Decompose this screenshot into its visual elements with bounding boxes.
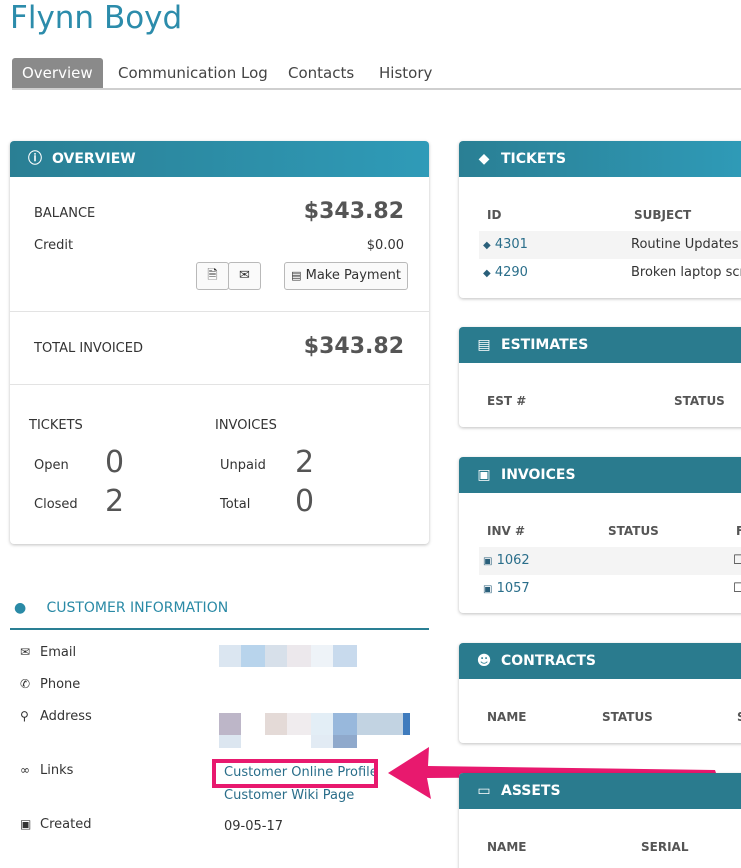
map-pin-icon: ⚲ <box>20 709 29 723</box>
ticket-id-link[interactable]: ◆ 4290 <box>483 265 528 280</box>
user-icon: ● <box>14 600 27 616</box>
tab-overview[interactable]: Overview <box>12 58 103 88</box>
contracts-header: ☻ CONTRACTS <box>459 643 741 679</box>
estimates-panel: ▤ ESTIMATES EST # STATUS <box>459 327 741 427</box>
customer-wiki-page-link[interactable]: Customer Wiki Page <box>224 788 354 803</box>
estimates-header: ▤ ESTIMATES <box>459 327 741 363</box>
divider <box>10 384 429 385</box>
created-row: ▣ Created <box>20 817 92 832</box>
assets-col-serial: SERIAL <box>641 840 689 854</box>
document-icon: ▤ <box>477 337 491 353</box>
phone-row: ✆ Phone <box>20 677 81 692</box>
ticket-col-id: ID <box>487 208 502 222</box>
unpaid-value: 2 <box>295 445 315 480</box>
cart-icon: ▣ <box>477 467 491 483</box>
monitor-icon: ▭ <box>477 783 491 799</box>
envelope-icon: ✉ <box>20 645 31 659</box>
handshake-icon: ☻ <box>476 653 492 669</box>
open-value: 0 <box>105 445 125 480</box>
calendar-icon: ▣ <box>20 817 32 831</box>
created-value: 09-05-17 <box>224 819 284 834</box>
overview-header: ⓘ OVERVIEW <box>10 141 429 177</box>
ticket-subject: Broken laptop scre <box>631 265 741 280</box>
assets-panel: ▭ ASSETS NAME SERIAL <box>459 773 741 868</box>
credit-value: $0.00 <box>366 238 404 253</box>
email-row: ✉ Email <box>20 645 77 660</box>
ticket-id-link[interactable]: ◆ 4301 <box>483 237 528 252</box>
balance-value: $343.82 <box>303 199 404 224</box>
contracts-col-status: STATUS <box>602 710 653 724</box>
invoices-panel: ▣ INVOICES INV # STATUS F ▣ 1062 ☐ ▣ 1057… <box>459 457 741 613</box>
invoices-col-inv: INV # <box>487 524 526 538</box>
address-line2-redacted <box>219 735 357 748</box>
tickets-panel: ◆ TICKETS ID SUBJECT ◆ 4301 Routine Updat… <box>459 141 741 298</box>
total-value: 0 <box>295 484 315 519</box>
tab-history[interactable]: History <box>379 58 432 88</box>
invoice-id-link[interactable]: ▣ 1062 <box>483 553 530 568</box>
tag-icon: ◆ <box>483 240 491 251</box>
link-icon: ∞ <box>20 763 30 777</box>
invoices-label: INVOICES <box>215 418 277 433</box>
pdf-button[interactable]: 🗎 <box>196 262 229 290</box>
total-label: Total <box>220 497 251 512</box>
open-label: Open <box>34 458 69 473</box>
email-statement-button[interactable]: ✉ <box>228 262 261 290</box>
tab-bar: Overview Communication Log Contacts Hist… <box>12 58 741 90</box>
email-value-redacted <box>219 645 357 667</box>
balance-label: BALANCE <box>34 206 96 221</box>
contracts-col-name: NAME <box>487 710 527 724</box>
links-row: ∞ Links <box>20 763 74 778</box>
make-payment-button[interactable]: ▤ Make Payment <box>284 262 408 290</box>
checkbox-icon[interactable]: ☐ <box>733 553 741 568</box>
assets-col-name: NAME <box>487 840 527 854</box>
total-invoiced-label: TOTAL INVOICED <box>34 341 143 356</box>
unpaid-label: Unpaid <box>220 458 266 473</box>
tab-communication-log[interactable]: Communication Log <box>118 58 268 88</box>
tag-icon: ◆ <box>478 151 490 167</box>
tab-contacts[interactable]: Contacts <box>288 58 354 88</box>
invoice-id-link[interactable]: ▣ 1057 <box>483 581 530 596</box>
total-invoiced-value: $343.82 <box>303 334 404 359</box>
cart-icon: ▣ <box>483 584 493 595</box>
closed-label: Closed <box>34 497 78 512</box>
tag-icon: ◆ <box>483 268 491 279</box>
customer-information-header: ● CUSTOMER INFORMATION <box>10 600 429 630</box>
tickets-header: ◆ TICKETS <box>459 141 741 177</box>
cart-icon: ▣ <box>483 556 493 567</box>
money-icon: ▤ <box>291 269 302 282</box>
annotation-highlight-box <box>212 759 378 788</box>
contracts-panel: ☻CONTRACTS NAME STATUS S <box>459 643 741 743</box>
tickets-label: TICKETS <box>29 418 83 433</box>
phone-icon: ✆ <box>20 677 31 691</box>
address-value-redacted <box>219 713 410 735</box>
closed-value: 2 <box>105 484 125 519</box>
page-title: Flynn Boyd <box>10 0 183 36</box>
invoices-header: ▣ INVOICES <box>459 457 741 493</box>
contracts-col-extra: S <box>737 710 741 724</box>
estimates-col-status: STATUS <box>674 394 725 408</box>
assets-header: ▭ ASSETS <box>459 773 741 809</box>
envelope-icon: ✉ <box>239 268 250 283</box>
overview-panel: ⓘ OVERVIEW BALANCE $343.82 Credit $0.00 🗎… <box>10 141 429 544</box>
estimates-col-est: EST # <box>487 394 527 408</box>
ticket-col-subject: SUBJECT <box>634 208 692 222</box>
ticket-subject: Routine Updates <box>631 237 739 252</box>
invoices-col-extra: F <box>736 524 741 538</box>
address-row: ⚲ Address <box>20 709 92 724</box>
pdf-icon: 🗎 <box>207 268 218 283</box>
divider <box>10 311 429 312</box>
credit-label: Credit <box>34 238 74 253</box>
invoices-col-status: STATUS <box>608 524 659 538</box>
info-icon: ⓘ <box>28 151 42 167</box>
checkbox-icon[interactable]: ☐ <box>733 581 741 596</box>
